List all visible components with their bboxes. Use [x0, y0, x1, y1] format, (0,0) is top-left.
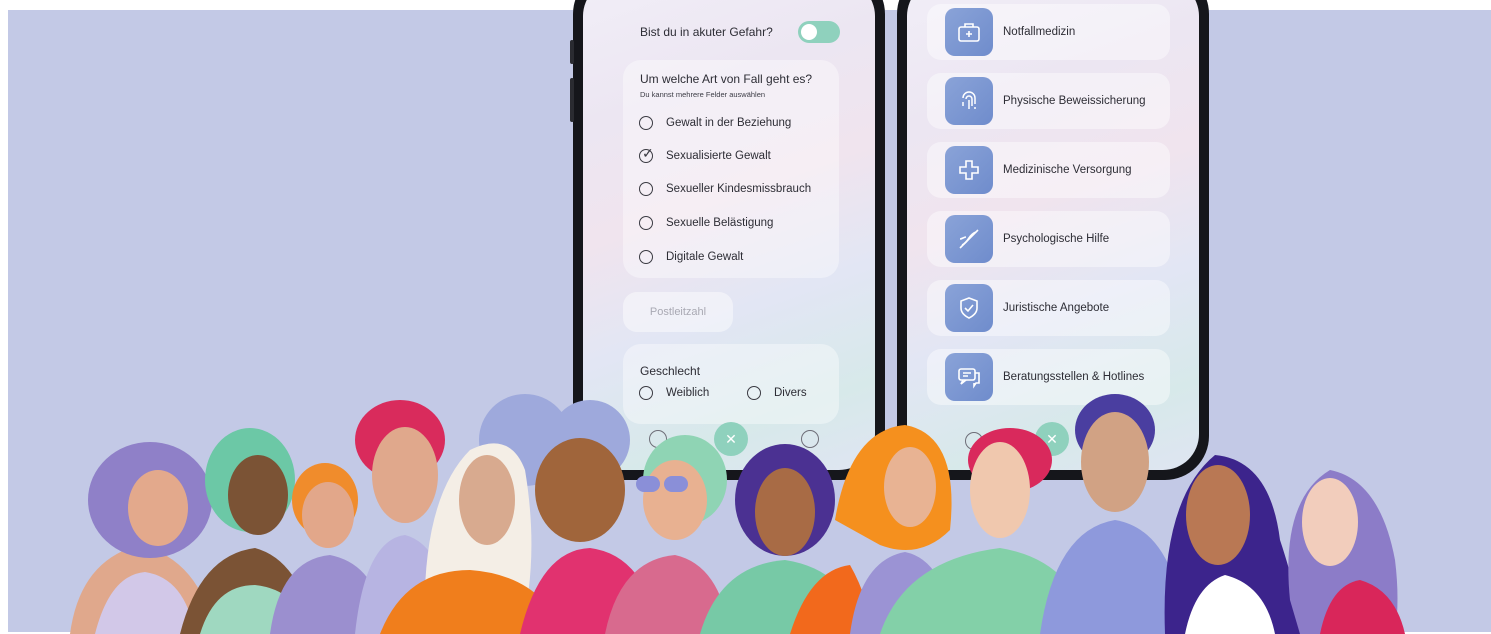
- person-9: [1040, 394, 1185, 634]
- people-illustration: [70, 394, 1405, 634]
- person-11: [1288, 470, 1405, 634]
- person-sunglasses: [605, 435, 730, 634]
- stage: Bist du in akuter Gefahr? Um welche Art …: [0, 0, 1491, 634]
- person-10: [1164, 455, 1300, 634]
